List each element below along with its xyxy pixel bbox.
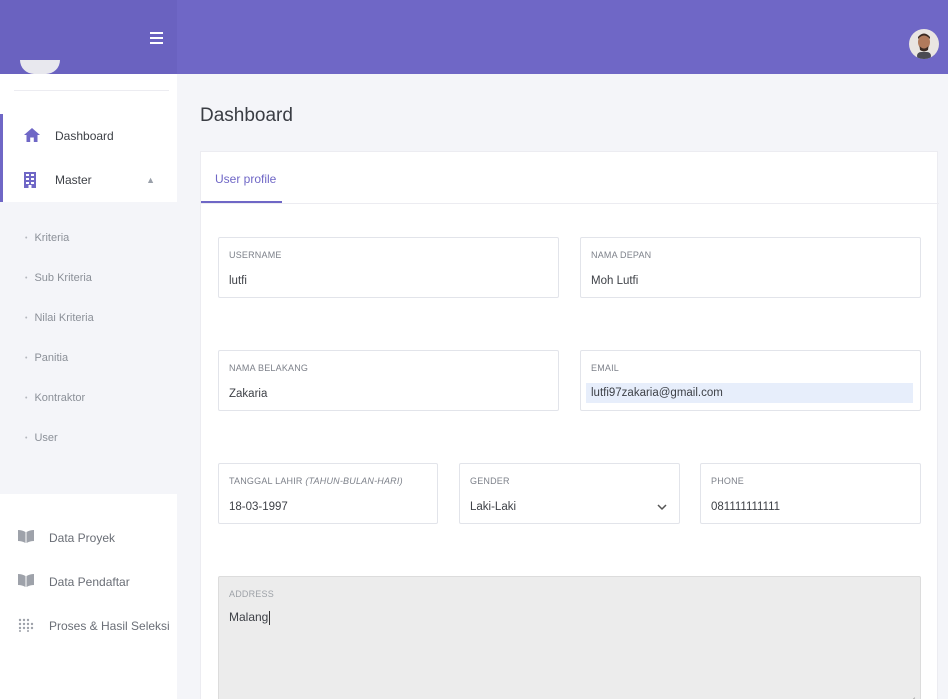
building-icon	[24, 172, 40, 188]
gender-select[interactable]: Laki-Laki	[470, 501, 669, 513]
grid-dots-icon	[18, 618, 34, 634]
field-label: USERNAME	[229, 250, 282, 260]
tab-divider	[201, 203, 939, 204]
username-input[interactable]	[229, 275, 548, 287]
book-icon	[18, 574, 34, 590]
home-icon	[24, 128, 40, 144]
email-input[interactable]	[586, 383, 913, 403]
sidebar-divider	[14, 90, 169, 91]
sidebar-item-proses-hasil-seleksi[interactable]: Proses & Hasil Seleksi	[0, 604, 177, 648]
field-label: GENDER	[470, 476, 510, 486]
sidebar-item-data-proyek[interactable]: Data Proyek	[0, 516, 177, 560]
nama-belakang-input[interactable]	[229, 388, 548, 400]
sidebar-item-data-pendaftar[interactable]: Data Pendaftar	[0, 560, 177, 604]
submenu-item-kontraktor[interactable]: Kontraktor	[25, 392, 85, 404]
chevron-up-icon: ▲	[146, 175, 155, 185]
sidebar-item-label: Proses & Hasil Seleksi	[49, 619, 170, 633]
field-label: ADDRESS	[229, 589, 274, 599]
chevron-down-icon[interactable]	[657, 500, 667, 514]
email-field: EMAIL	[580, 350, 921, 411]
gender-field[interactable]: GENDER Laki-Laki	[459, 463, 680, 524]
address-field[interactable]: ADDRESS Malang	[218, 576, 921, 699]
master-submenu: Kriteria Sub Kriteria Nilai Kriteria Pan…	[0, 202, 177, 494]
top-navbar	[0, 0, 948, 74]
sidebar-item-master[interactable]: Master ▲	[0, 158, 177, 202]
hamburger-icon[interactable]	[150, 32, 163, 44]
phone-input[interactable]	[711, 501, 910, 513]
field-label: PHONE	[711, 476, 745, 486]
nama-depan-input[interactable]	[591, 275, 910, 287]
sidebar-item-label: Master	[55, 173, 92, 187]
submenu-item-sub-kriteria[interactable]: Sub Kriteria	[25, 272, 91, 284]
field-label: EMAIL	[591, 363, 620, 373]
submenu-item-nilai-kriteria[interactable]: Nilai Kriteria	[25, 312, 93, 324]
nama-belakang-field: NAMA BELAKANG	[218, 350, 559, 411]
text-caret	[269, 610, 271, 625]
sidebar: Dashboard Master ▲ Kriteria Sub Kriteria…	[0, 60, 177, 699]
username-field: USERNAME	[218, 237, 559, 298]
sidebar-item-label: Dashboard	[55, 129, 114, 143]
address-text: Malang	[229, 610, 269, 624]
tanggal-lahir-field: TANGGAL LAHIR (TAHUN-BULAN-HARI)	[218, 463, 438, 524]
field-label: NAMA BELAKANG	[229, 363, 309, 373]
tanggal-lahir-input[interactable]	[229, 501, 427, 513]
field-label: NAMA DEPAN	[591, 250, 652, 260]
submenu-item-user[interactable]: User	[25, 432, 57, 444]
user-avatar[interactable]	[909, 29, 939, 59]
resize-handle-icon[interactable]	[906, 693, 916, 699]
field-label: TANGGAL LAHIR (TAHUN-BULAN-HARI)	[229, 476, 403, 486]
field-label-hint: (TAHUN-BULAN-HARI)	[305, 476, 403, 486]
submenu-item-panitia[interactable]: Panitia	[25, 352, 68, 364]
submenu-item-kriteria[interactable]: Kriteria	[25, 232, 69, 244]
phone-field: PHONE	[700, 463, 921, 524]
book-icon	[18, 530, 34, 546]
sidebar-item-label: Data Proyek	[49, 531, 116, 545]
field-label-text: TANGGAL LAHIR	[229, 476, 303, 486]
profile-card: User profile USERNAME NAMA DEPAN NAMA BE…	[200, 151, 939, 699]
nama-depan-field: NAMA DEPAN	[580, 237, 921, 298]
sidebar-item-dashboard[interactable]: Dashboard	[0, 114, 177, 158]
address-textarea[interactable]: Malang	[229, 610, 910, 625]
page-title: Dashboard	[200, 105, 293, 126]
sidebar-item-label: Data Pendaftar	[49, 575, 130, 589]
tab-user-profile[interactable]: User profile	[201, 152, 282, 203]
